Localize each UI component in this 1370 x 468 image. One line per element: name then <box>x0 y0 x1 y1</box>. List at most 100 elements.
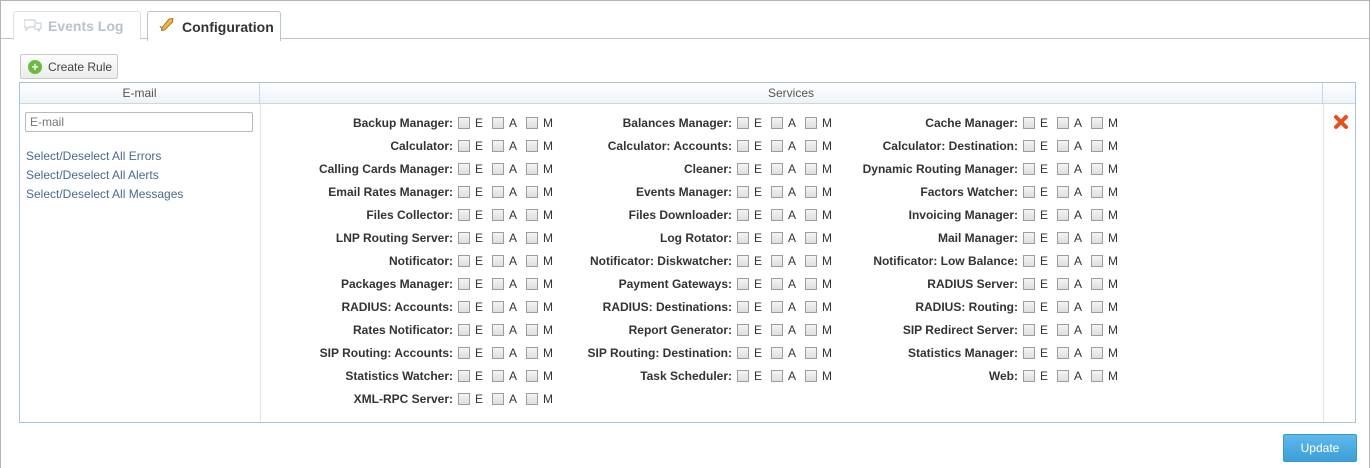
checkbox-errors[interactable] <box>737 254 749 267</box>
checkbox-alerts[interactable] <box>1057 139 1070 152</box>
checkbox-errors[interactable] <box>737 369 749 382</box>
checkbox-alerts[interactable] <box>1057 116 1070 129</box>
select-all-errors-link[interactable]: Select/Deselect All Errors <box>26 149 161 163</box>
checkbox-messages[interactable] <box>1091 162 1104 175</box>
service-name: Events Manager: <box>635 184 732 199</box>
checkbox-alerts[interactable] <box>1057 300 1070 313</box>
checkbox-label: E <box>754 207 763 222</box>
checkbox-errors[interactable] <box>458 346 470 359</box>
checkbox-errors[interactable] <box>458 231 470 244</box>
checkbox-errors[interactable] <box>1023 277 1035 290</box>
checkbox-errors[interactable] <box>458 185 470 198</box>
checkbox-errors[interactable] <box>1023 323 1035 336</box>
tab-events-log[interactable]: Events Log <box>13 11 141 40</box>
checkbox-messages[interactable] <box>1091 300 1104 313</box>
checkbox-messages[interactable] <box>1091 116 1104 129</box>
checkbox-errors[interactable] <box>737 185 749 198</box>
checkbox-errors[interactable] <box>458 162 470 175</box>
checkbox-label: A <box>1074 299 1083 314</box>
checkbox-alerts[interactable] <box>1057 369 1070 382</box>
speech-bubbles-icon <box>23 18 42 35</box>
checkbox-errors[interactable] <box>458 208 470 221</box>
checkbox-errors[interactable] <box>1023 369 1035 382</box>
select-all-alerts-link[interactable]: Select/Deselect All Alerts <box>26 168 159 182</box>
checkbox-alerts[interactable] <box>1057 162 1070 175</box>
checkbox-errors[interactable] <box>737 139 749 152</box>
checkbox-label: E <box>475 345 484 360</box>
checkbox-messages[interactable] <box>526 392 539 405</box>
checkbox-messages[interactable] <box>1091 254 1104 267</box>
checkbox-errors[interactable] <box>1023 208 1035 221</box>
checkbox-label: E <box>1040 253 1049 268</box>
checkbox-label: E <box>754 276 763 291</box>
checkbox-label: A <box>1074 115 1083 130</box>
checkbox-label: A <box>509 391 518 406</box>
checkbox-messages[interactable] <box>1091 369 1104 382</box>
service-name: SIP Routing: Destination: <box>587 345 732 360</box>
checkbox-alerts[interactable] <box>1057 185 1070 198</box>
checkbox-errors[interactable] <box>737 116 749 129</box>
service-name: XML-RPC Server: <box>353 391 453 406</box>
checkbox-errors[interactable] <box>1023 346 1035 359</box>
checkbox-errors[interactable] <box>1023 185 1035 198</box>
checkbox-errors[interactable] <box>737 346 749 359</box>
update-button[interactable]: Update <box>1283 434 1357 462</box>
checkbox-label: E <box>475 253 484 268</box>
service-name: Payment Gateways: <box>618 276 732 291</box>
service-name: SIP Redirect Server: <box>902 322 1018 337</box>
checkbox-errors[interactable] <box>737 162 749 175</box>
checkbox-messages[interactable] <box>1091 139 1104 152</box>
checkbox-errors[interactable] <box>1023 116 1035 129</box>
checkbox-errors[interactable] <box>737 231 749 244</box>
checkbox-alerts[interactable] <box>492 392 505 405</box>
service-row: Cache Manager: E A M <box>778 114 1127 131</box>
checkbox-errors[interactable] <box>1023 162 1035 175</box>
checkbox-messages[interactable] <box>1091 185 1104 198</box>
checkbox-errors[interactable] <box>737 300 749 313</box>
service-row: SIP Redirect Server: E A M <box>778 321 1127 338</box>
checkbox-errors[interactable] <box>458 369 470 382</box>
checkbox-alerts[interactable] <box>1057 208 1070 221</box>
checkbox-messages[interactable] <box>1091 323 1104 336</box>
service-name: Rates Notificator: <box>352 322 453 337</box>
service-name: Calculator: Accounts: <box>607 138 732 153</box>
checkbox-label: E <box>1040 299 1049 314</box>
select-all-messages-link[interactable]: Select/Deselect All Messages <box>26 187 183 201</box>
checkbox-label: E <box>1040 345 1049 360</box>
checkbox-errors[interactable] <box>458 254 470 267</box>
checkbox-label: M <box>1108 276 1119 291</box>
service-row: Invoicing Manager: E A M <box>778 206 1127 223</box>
checkbox-messages[interactable] <box>1091 277 1104 290</box>
checkbox-alerts[interactable] <box>1057 254 1070 267</box>
checkbox-alerts[interactable] <box>1057 277 1070 290</box>
delete-rule-icon[interactable] <box>1333 114 1349 130</box>
checkbox-messages[interactable] <box>1091 231 1104 244</box>
checkbox-errors[interactable] <box>458 277 470 290</box>
service-name: Mail Manager: <box>937 230 1018 245</box>
service-name: Task Scheduler: <box>640 368 732 383</box>
checkbox-errors[interactable] <box>1023 254 1035 267</box>
checkbox-alerts[interactable] <box>1057 231 1070 244</box>
checkbox-errors[interactable] <box>737 208 749 221</box>
checkbox-label: M <box>1108 322 1119 337</box>
checkbox-errors[interactable] <box>458 139 470 152</box>
checkbox-messages[interactable] <box>1091 346 1104 359</box>
checkbox-errors[interactable] <box>737 323 749 336</box>
service-row: Factors Watcher: E A M <box>778 183 1127 200</box>
checkbox-label: M <box>1108 230 1119 245</box>
service-name: Email Rates Manager: <box>328 184 453 199</box>
checkbox-errors[interactable] <box>1023 231 1035 244</box>
checkbox-messages[interactable] <box>1091 208 1104 221</box>
checkbox-alerts[interactable] <box>1057 346 1070 359</box>
checkbox-label: E <box>1040 138 1049 153</box>
checkbox-errors[interactable] <box>458 116 470 129</box>
checkbox-errors[interactable] <box>458 392 470 405</box>
checkbox-alerts[interactable] <box>1057 323 1070 336</box>
create-rule-button[interactable]: + Create Rule <box>20 54 118 79</box>
checkbox-errors[interactable] <box>1023 300 1035 313</box>
tab-configuration[interactable]: Configuration <box>147 11 281 41</box>
checkbox-errors[interactable] <box>458 323 470 336</box>
checkbox-errors[interactable] <box>737 277 749 290</box>
checkbox-errors[interactable] <box>458 300 470 313</box>
checkbox-errors[interactable] <box>1023 139 1035 152</box>
